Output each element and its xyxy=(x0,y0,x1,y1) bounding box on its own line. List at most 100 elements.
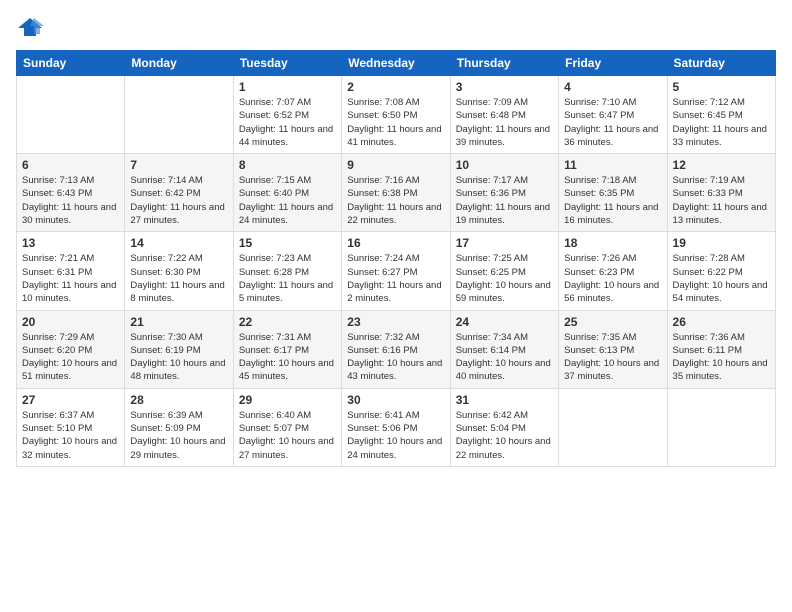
calendar-cell: 10 Sunrise: 7:17 AM Sunset: 6:36 PM Dayli… xyxy=(450,154,558,232)
day-number: 5 xyxy=(673,80,770,94)
calendar-cell: 4Sunrise: 7:10 AM Sunset: 6:47 PM Daylig… xyxy=(559,76,667,154)
day-number: 30 xyxy=(347,393,444,407)
calendar-cell: 12Sunrise: 7:19 AM Sunset: 6:33 PM Dayli… xyxy=(667,154,775,232)
day-info: Sunrise: 7:30 AM Sunset: 6:19 PM Dayligh… xyxy=(130,331,227,384)
day-number: 29 xyxy=(239,393,336,407)
day-info: Sunrise: 7:32 AM Sunset: 6:16 PM Dayligh… xyxy=(347,331,444,384)
day-info: Sunrise: 6:42 AM Sunset: 5:04 PM Dayligh… xyxy=(456,409,553,462)
day-info: Sunrise: 7:09 AM Sunset: 6:48 PM Dayligh… xyxy=(456,96,553,149)
day-info: Sunrise: 7:26 AM Sunset: 6:23 PM Dayligh… xyxy=(564,252,661,305)
calendar-cell: 19Sunrise: 7:28 AM Sunset: 6:22 PM Dayli… xyxy=(667,232,775,310)
calendar-cell: 30 Sunrise: 6:41 AM Sunset: 5:06 PM Dayli… xyxy=(342,388,450,466)
day-number: 27 xyxy=(22,393,119,407)
calendar-cell: 9Sunrise: 7:16 AM Sunset: 6:38 PM Daylig… xyxy=(342,154,450,232)
calendar-week-5: 27 Sunrise: 6:37 AM Sunset: 5:10 PM Dayli… xyxy=(17,388,776,466)
day-number: 7 xyxy=(130,158,227,172)
calendar-table: SundayMondayTuesdayWednesdayThursdayFrid… xyxy=(16,50,776,467)
calendar-cell: 21 Sunrise: 7:30 AM Sunset: 6:19 PM Dayli… xyxy=(125,310,233,388)
calendar-cell: 5 Sunrise: 7:12 AM Sunset: 6:45 PM Daylig… xyxy=(667,76,775,154)
day-number: 28 xyxy=(130,393,227,407)
day-number: 23 xyxy=(347,315,444,329)
weekday-header-thursday: Thursday xyxy=(450,51,558,76)
calendar-cell: 16 Sunrise: 7:24 AM Sunset: 6:27 PM Dayli… xyxy=(342,232,450,310)
day-number: 2 xyxy=(347,80,444,94)
calendar-cell: 17Sunrise: 7:25 AM Sunset: 6:25 PM Dayli… xyxy=(450,232,558,310)
day-info: Sunrise: 7:18 AM Sunset: 6:35 PM Dayligh… xyxy=(564,174,661,227)
weekday-header-sunday: Sunday xyxy=(17,51,125,76)
day-number: 13 xyxy=(22,236,119,250)
day-number: 12 xyxy=(673,158,770,172)
day-number: 9 xyxy=(347,158,444,172)
calendar-cell: 27 Sunrise: 6:37 AM Sunset: 5:10 PM Dayli… xyxy=(17,388,125,466)
day-info: Sunrise: 7:17 AM Sunset: 6:36 PM Dayligh… xyxy=(456,174,553,227)
day-number: 20 xyxy=(22,315,119,329)
day-info: Sunrise: 7:12 AM Sunset: 6:45 PM Dayligh… xyxy=(673,96,770,149)
day-number: 21 xyxy=(130,315,227,329)
day-info: Sunrise: 7:24 AM Sunset: 6:27 PM Dayligh… xyxy=(347,252,444,305)
day-number: 14 xyxy=(130,236,227,250)
calendar-cell: 1 Sunrise: 7:07 AM Sunset: 6:52 PM Daylig… xyxy=(233,76,341,154)
calendar-cell: 18Sunrise: 7:26 AM Sunset: 6:23 PM Dayli… xyxy=(559,232,667,310)
calendar-cell: 14 Sunrise: 7:22 AM Sunset: 6:30 PM Dayli… xyxy=(125,232,233,310)
day-info: Sunrise: 7:07 AM Sunset: 6:52 PM Dayligh… xyxy=(239,96,336,149)
day-number: 22 xyxy=(239,315,336,329)
day-info: Sunrise: 7:14 AM Sunset: 6:42 PM Dayligh… xyxy=(130,174,227,227)
calendar-cell: 3 Sunrise: 7:09 AM Sunset: 6:48 PM Daylig… xyxy=(450,76,558,154)
calendar-cell xyxy=(667,388,775,466)
day-number: 3 xyxy=(456,80,553,94)
calendar-cell: 8 Sunrise: 7:15 AM Sunset: 6:40 PM Daylig… xyxy=(233,154,341,232)
calendar-cell xyxy=(125,76,233,154)
calendar-week-2: 6 Sunrise: 7:13 AM Sunset: 6:43 PM Daylig… xyxy=(17,154,776,232)
calendar-cell: 24 Sunrise: 7:34 AM Sunset: 6:14 PM Dayli… xyxy=(450,310,558,388)
weekday-header-saturday: Saturday xyxy=(667,51,775,76)
calendar-cell: 2Sunrise: 7:08 AM Sunset: 6:50 PM Daylig… xyxy=(342,76,450,154)
day-info: Sunrise: 7:29 AM Sunset: 6:20 PM Dayligh… xyxy=(22,331,119,384)
day-info: Sunrise: 7:28 AM Sunset: 6:22 PM Dayligh… xyxy=(673,252,770,305)
day-number: 31 xyxy=(456,393,553,407)
day-number: 26 xyxy=(673,315,770,329)
calendar-cell: 26 Sunrise: 7:36 AM Sunset: 6:11 PM Dayli… xyxy=(667,310,775,388)
day-number: 15 xyxy=(239,236,336,250)
calendar-cell: 6 Sunrise: 7:13 AM Sunset: 6:43 PM Daylig… xyxy=(17,154,125,232)
day-number: 24 xyxy=(456,315,553,329)
calendar-cell xyxy=(17,76,125,154)
calendar-cell: 25 Sunrise: 7:35 AM Sunset: 6:13 PM Dayli… xyxy=(559,310,667,388)
weekday-header-tuesday: Tuesday xyxy=(233,51,341,76)
calendar-cell: 11Sunrise: 7:18 AM Sunset: 6:35 PM Dayli… xyxy=(559,154,667,232)
calendar-cell: 23 Sunrise: 7:32 AM Sunset: 6:16 PM Dayli… xyxy=(342,310,450,388)
weekday-header-wednesday: Wednesday xyxy=(342,51,450,76)
day-info: Sunrise: 6:37 AM Sunset: 5:10 PM Dayligh… xyxy=(22,409,119,462)
calendar-header-row: SundayMondayTuesdayWednesdayThursdayFrid… xyxy=(17,51,776,76)
calendar-week-4: 20 Sunrise: 7:29 AM Sunset: 6:20 PM Dayli… xyxy=(17,310,776,388)
day-info: Sunrise: 7:13 AM Sunset: 6:43 PM Dayligh… xyxy=(22,174,119,227)
calendar-cell: 7 Sunrise: 7:14 AM Sunset: 6:42 PM Daylig… xyxy=(125,154,233,232)
day-info: Sunrise: 7:23 AM Sunset: 6:28 PM Dayligh… xyxy=(239,252,336,305)
day-number: 4 xyxy=(564,80,661,94)
day-info: Sunrise: 7:36 AM Sunset: 6:11 PM Dayligh… xyxy=(673,331,770,384)
calendar-cell: 28 Sunrise: 6:39 AM Sunset: 5:09 PM Dayli… xyxy=(125,388,233,466)
day-number: 10 xyxy=(456,158,553,172)
page-header xyxy=(16,16,776,38)
day-number: 16 xyxy=(347,236,444,250)
calendar-week-3: 13 Sunrise: 7:21 AM Sunset: 6:31 PM Dayli… xyxy=(17,232,776,310)
day-info: Sunrise: 7:15 AM Sunset: 6:40 PM Dayligh… xyxy=(239,174,336,227)
day-info: Sunrise: 6:39 AM Sunset: 5:09 PM Dayligh… xyxy=(130,409,227,462)
day-info: Sunrise: 6:41 AM Sunset: 5:06 PM Dayligh… xyxy=(347,409,444,462)
day-number: 8 xyxy=(239,158,336,172)
calendar-cell: 29 Sunrise: 6:40 AM Sunset: 5:07 PM Dayli… xyxy=(233,388,341,466)
weekday-header-friday: Friday xyxy=(559,51,667,76)
day-info: Sunrise: 7:22 AM Sunset: 6:30 PM Dayligh… xyxy=(130,252,227,305)
day-number: 25 xyxy=(564,315,661,329)
calendar-cell: 15 Sunrise: 7:23 AM Sunset: 6:28 PM Dayli… xyxy=(233,232,341,310)
calendar-week-1: 1 Sunrise: 7:07 AM Sunset: 6:52 PM Daylig… xyxy=(17,76,776,154)
day-info: Sunrise: 6:40 AM Sunset: 5:07 PM Dayligh… xyxy=(239,409,336,462)
day-info: Sunrise: 7:21 AM Sunset: 6:31 PM Dayligh… xyxy=(22,252,119,305)
logo-icon xyxy=(16,16,44,38)
calendar-cell: 13 Sunrise: 7:21 AM Sunset: 6:31 PM Dayli… xyxy=(17,232,125,310)
calendar-cell: 31 Sunrise: 6:42 AM Sunset: 5:04 PM Dayli… xyxy=(450,388,558,466)
day-number: 1 xyxy=(239,80,336,94)
day-info: Sunrise: 7:35 AM Sunset: 6:13 PM Dayligh… xyxy=(564,331,661,384)
day-number: 17 xyxy=(456,236,553,250)
day-number: 6 xyxy=(22,158,119,172)
day-info: Sunrise: 7:34 AM Sunset: 6:14 PM Dayligh… xyxy=(456,331,553,384)
